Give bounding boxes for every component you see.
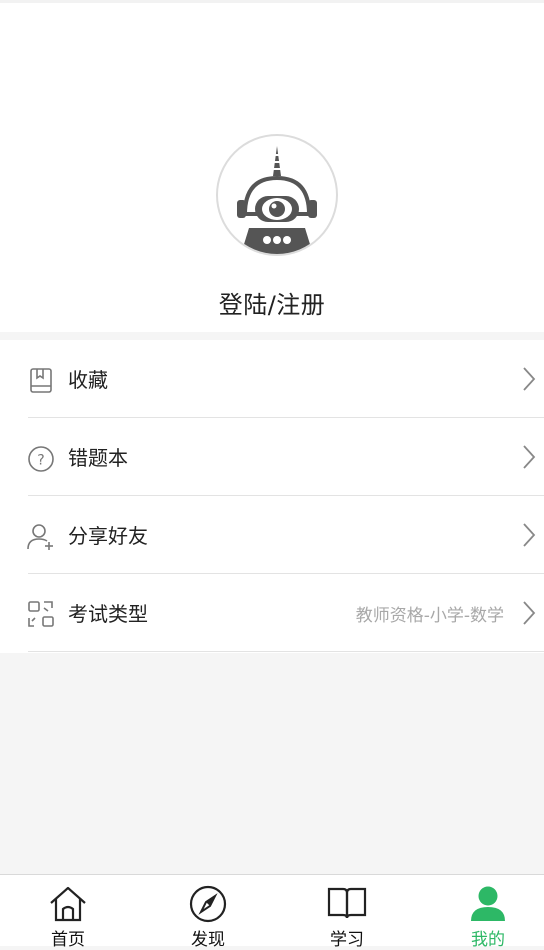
divider — [28, 651, 544, 652]
home-icon — [50, 886, 86, 922]
menu-item-share-friends[interactable]: 分享好友 — [0, 496, 544, 574]
user-icon — [471, 886, 505, 921]
menu-item-label: 考试类型 — [68, 602, 148, 626]
robot-avatar-icon — [237, 146, 317, 254]
menu-item-label: 分享好友 — [68, 524, 148, 548]
chevron-right-icon — [523, 367, 536, 391]
avatar[interactable] — [216, 134, 338, 256]
add-user-icon — [27, 524, 53, 550]
question-circle-icon: ? — [28, 446, 54, 472]
bottom-tab-bar: 首页 发现 学习 我的 — [0, 874, 544, 950]
menu-item-wrong-questions[interactable]: ? 错题本 — [0, 418, 544, 496]
tab-home[interactable]: 首页 — [0, 875, 136, 950]
bookmark-book-icon — [30, 368, 52, 393]
profile-header: 登陆/注册 — [0, 3, 544, 332]
chevron-right-icon — [523, 523, 536, 547]
compass-icon — [189, 885, 227, 923]
tab-me[interactable]: 我的 — [420, 875, 544, 950]
tab-discover[interactable]: 发现 — [140, 875, 276, 950]
svg-text:?: ? — [37, 453, 44, 469]
menu-item-label: 错题本 — [68, 446, 128, 470]
chevron-right-icon — [523, 445, 536, 469]
open-book-icon — [327, 887, 367, 919]
tab-label: 首页 — [51, 930, 85, 950]
menu-item-label: 收藏 — [68, 368, 108, 392]
menu-item-exam-type[interactable]: 考试类型 教师资格-小学-数学 — [0, 574, 544, 652]
tab-study[interactable]: 学习 — [279, 875, 415, 950]
chevron-right-icon — [523, 601, 536, 625]
tab-label: 发现 — [191, 930, 225, 950]
tab-label: 学习 — [330, 930, 364, 950]
login-register-link[interactable]: 登陆/注册 — [0, 285, 544, 320]
exam-type-value: 教师资格-小学-数学 — [355, 606, 504, 626]
tab-label: 我的 — [471, 930, 505, 950]
category-icon — [28, 601, 54, 627]
menu-item-favorites[interactable]: 收藏 — [0, 340, 544, 418]
menu-list: 收藏 ? 错题本 分享好友 考试类型 教师资格-小学-数学 — [0, 340, 544, 653]
